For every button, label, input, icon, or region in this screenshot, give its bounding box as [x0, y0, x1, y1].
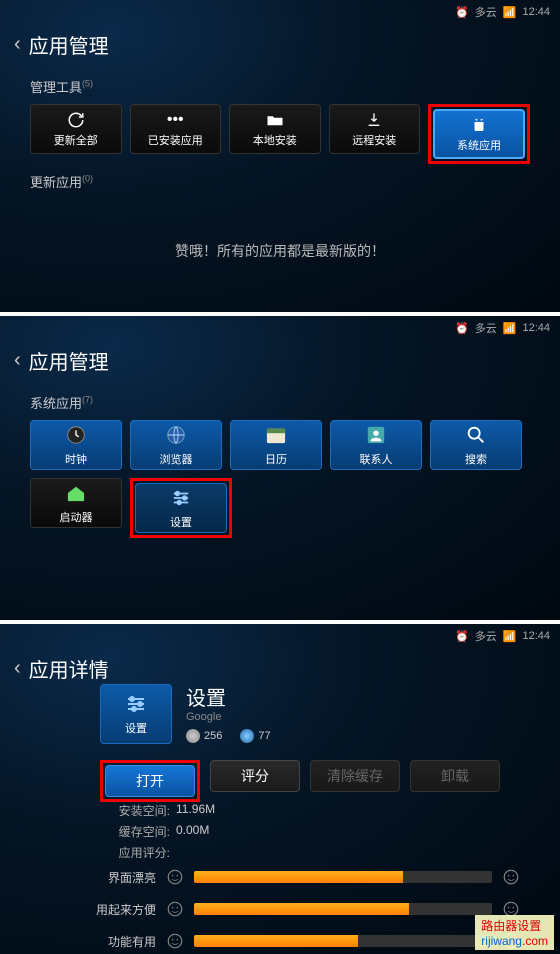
globe-icon: [164, 423, 188, 447]
app-vendor: Google: [186, 711, 271, 723]
home-icon: [64, 481, 88, 505]
page-title: 应用管理: [29, 30, 109, 59]
status-bar: ⏰ 多云 📶 12:44: [0, 316, 560, 340]
cache-space-label: 缓存空间:: [100, 823, 170, 840]
rating-bar: [194, 935, 492, 947]
apps-grid: 时钟 浏览器 日历 联系人 搜索 启动器 设置: [0, 420, 560, 538]
section-system-apps: 系统应用(7): [30, 393, 560, 412]
rate-button[interactable]: 评分: [210, 760, 300, 792]
alarm-icon: ⏰: [455, 322, 469, 335]
weather-text: 多云: [475, 4, 497, 20]
app-tile-search[interactable]: 搜索: [430, 420, 522, 470]
app-rating-label: 应用评分:: [100, 844, 170, 861]
clear-cache-button[interactable]: 清除缓存: [310, 760, 400, 792]
watermark: 路由器设置 rijiwang.com: [475, 915, 554, 950]
contacts-icon: [364, 423, 388, 447]
cache-space-value: 0.00M: [176, 823, 209, 840]
refresh-icon: [67, 110, 85, 130]
face-icon[interactable]: [166, 932, 184, 950]
sliders-icon: [124, 692, 148, 716]
rating-rows: 界面漂亮 用起来方便 功能有用: [60, 868, 530, 954]
status-bar: ⏰ 多云 📶 12:44: [0, 0, 560, 24]
back-icon[interactable]: ‹: [14, 33, 21, 56]
sliders-icon: [169, 486, 193, 510]
downloads-icon: [186, 729, 200, 743]
app-tile-contacts[interactable]: 联系人: [330, 420, 422, 470]
back-icon[interactable]: ‹: [14, 349, 21, 372]
face-icon[interactable]: [166, 900, 184, 918]
clock-text: 12:44: [522, 630, 550, 642]
folder-icon: [266, 110, 284, 130]
action-row: 打开 评分 清除缓存 卸载: [100, 760, 500, 802]
app-tile-browser[interactable]: 浏览器: [130, 420, 222, 470]
status-bar: ⏰ 多云 📶 12:44: [0, 624, 560, 648]
tile-local-install[interactable]: 本地安装: [229, 104, 321, 154]
empty-message: 赞哦！所有的应用都是最新版的！: [0, 241, 560, 261]
tile-remote-install[interactable]: 远程安装: [329, 104, 421, 154]
highlight-settings: 设置: [130, 478, 232, 538]
face-icon[interactable]: [166, 868, 184, 886]
rating-bar: [194, 871, 492, 883]
open-button[interactable]: 打开: [105, 765, 195, 797]
uninstall-button[interactable]: 卸载: [410, 760, 500, 792]
app-tile-calendar[interactable]: 日历: [230, 420, 322, 470]
page-title: 应用管理: [29, 346, 109, 375]
rating-row: 功能有用: [60, 932, 530, 950]
highlight-system-apps: 系统应用: [428, 104, 530, 164]
tile-update-all[interactable]: 更新全部: [30, 104, 122, 154]
app-name: 设置: [186, 682, 271, 711]
calendar-icon: [264, 423, 288, 447]
section-management-tools: 管理工具(5): [30, 77, 560, 96]
weather-text: 多云: [475, 320, 497, 336]
dots-icon: •••: [167, 110, 184, 130]
rating-count-icon: [240, 729, 254, 743]
screen-app-management: ⏰ 多云 📶 12:44 ‹ 应用管理 管理工具(5) 更新全部 ••• 已安装…: [0, 0, 560, 312]
rating-bar: [194, 903, 492, 915]
clock-icon: [64, 423, 88, 447]
install-space-value: 11.96M: [176, 802, 215, 819]
install-space-label: 安装空间:: [100, 802, 170, 819]
search-icon: [464, 423, 488, 447]
alarm-icon: ⏰: [455, 6, 469, 19]
header: ‹ 应用管理: [0, 340, 560, 385]
detail-info: 设置 Google 256 77: [186, 682, 271, 743]
back-icon[interactable]: ‹: [14, 657, 21, 680]
section-update-apps: 更新应用(0): [30, 172, 560, 191]
wifi-icon: 📶: [503, 630, 517, 643]
tile-system-apps[interactable]: 系统应用: [433, 109, 525, 159]
weather-text: 多云: [475, 628, 497, 644]
page-title: 应用详情: [29, 654, 109, 683]
header: ‹ 应用管理: [0, 24, 560, 69]
rating-row: 界面漂亮: [60, 868, 530, 886]
tile-installed-apps[interactable]: ••• 已安装应用: [130, 104, 222, 154]
download-icon: [366, 110, 382, 130]
highlight-open: 打开: [100, 760, 200, 802]
rating-row: 用起来方便: [60, 900, 530, 918]
screen-app-detail: ⏰ 多云 📶 12:44 ‹ 应用详情 设置 设置 Google 256 77 …: [0, 624, 560, 954]
app-tile-clock[interactable]: 时钟: [30, 420, 122, 470]
app-stats: 256 77: [186, 729, 271, 743]
alarm-icon: ⏰: [455, 630, 469, 643]
app-tile-settings[interactable]: 设置: [135, 483, 227, 533]
app-tile-launcher[interactable]: 启动器: [30, 478, 122, 528]
tools-row: 更新全部 ••• 已安装应用 本地安装 远程安装 系统应用: [0, 104, 560, 164]
detail-app-tile: 设置: [100, 684, 172, 744]
info-rows: 安装空间: 11.96M 缓存空间: 0.00M 应用评分:: [100, 802, 215, 865]
android-icon: [470, 115, 488, 135]
wifi-icon: 📶: [503, 6, 517, 19]
wifi-icon: 📶: [503, 322, 517, 335]
face-icon[interactable]: [502, 868, 520, 886]
clock-text: 12:44: [522, 6, 550, 18]
header: ‹ 应用详情: [0, 648, 560, 693]
screen-system-apps: ⏰ 多云 📶 12:44 ‹ 应用管理 系统应用(7) 时钟 浏览器 日历 联系…: [0, 316, 560, 620]
clock-text: 12:44: [522, 322, 550, 334]
